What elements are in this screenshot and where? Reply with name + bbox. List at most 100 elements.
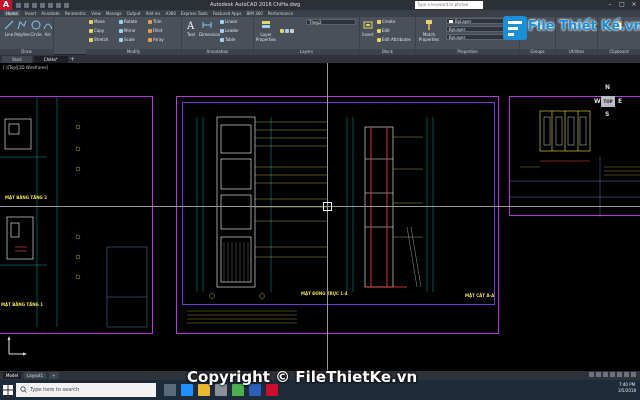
viewport-controls[interactable]: [-][Top][2D Wireframe] bbox=[3, 65, 48, 70]
redo-icon[interactable] bbox=[64, 2, 69, 8]
open-file-icon[interactable] bbox=[24, 2, 29, 8]
task-view-icon[interactable] bbox=[164, 384, 176, 396]
file-tab-start[interactable]: Start bbox=[2, 56, 32, 63]
layer-properties-icon bbox=[262, 21, 270, 28]
system-clock[interactable]: 7:40 PM 3/5/2018 bbox=[618, 382, 636, 394]
insert-block-tool[interactable]: Insert bbox=[360, 19, 376, 37]
svg-text:A: A bbox=[186, 21, 195, 31]
layout-tab-model[interactable]: Model bbox=[3, 372, 22, 379]
tab-parametric[interactable]: Parametric bbox=[65, 11, 87, 16]
tab-home[interactable]: Home bbox=[4, 11, 20, 16]
text-tool[interactable]: A Text bbox=[183, 19, 199, 37]
match-properties-tool[interactable]: Match Properties bbox=[417, 19, 441, 42]
title-section: MẶT CẮT A-A bbox=[465, 293, 495, 298]
table-icon bbox=[220, 37, 224, 42]
save-icon[interactable] bbox=[32, 2, 37, 8]
text-label: Text bbox=[186, 32, 196, 37]
color-value: ByLayer bbox=[455, 19, 472, 24]
save-as-icon[interactable] bbox=[40, 2, 45, 8]
match-properties-label: Match Properties bbox=[418, 32, 440, 42]
viewcube[interactable]: N W E S TOP bbox=[594, 78, 624, 126]
compass-north[interactable]: N bbox=[605, 84, 610, 91]
stretch-label: Stretch bbox=[94, 37, 109, 42]
sheet-elevation-section: MẶT ĐỨNG TRỤC 1-4 MẶT CẮT A-A bbox=[176, 96, 499, 334]
mirror-tool[interactable]: Mirror bbox=[119, 28, 136, 33]
title-front-elevation: MẶT ĐỨNG TRỤC 1-4 bbox=[301, 291, 348, 296]
linear-dimension-tool[interactable]: Linear bbox=[220, 19, 237, 24]
new-tab-plus-icon[interactable]: + bbox=[70, 56, 75, 63]
compass-south[interactable]: S bbox=[605, 111, 609, 118]
tab-annotate[interactable]: Annotate bbox=[41, 11, 59, 16]
tab-bim-360[interactable]: BIM 360 bbox=[246, 11, 262, 16]
tab-insert[interactable]: Insert bbox=[25, 11, 36, 16]
move-tool[interactable]: Move bbox=[89, 19, 105, 24]
undo-icon[interactable] bbox=[56, 2, 61, 8]
rotate-tool[interactable]: Rotate bbox=[119, 19, 137, 24]
grid-icon[interactable] bbox=[596, 372, 601, 377]
leader-tool[interactable]: Leader bbox=[220, 28, 239, 33]
autocad-logo-icon[interactable]: A bbox=[0, 0, 12, 10]
tab-a360[interactable]: A360 bbox=[166, 11, 176, 16]
compass-west[interactable]: W bbox=[594, 98, 601, 105]
edit-label: Edit bbox=[382, 28, 390, 33]
windows-logo-icon bbox=[3, 385, 13, 395]
tab-output[interactable]: Output bbox=[127, 11, 141, 16]
ortho-icon[interactable] bbox=[603, 372, 608, 377]
customize-icon[interactable] bbox=[631, 372, 636, 377]
scale-tool[interactable]: Scale bbox=[119, 37, 135, 42]
maximize-icon[interactable]: □ bbox=[616, 0, 628, 10]
modify-panel: Move Rotate Trim Copy Mirror Fillet Stre… bbox=[86, 17, 182, 55]
create-block-tool[interactable]: Create bbox=[377, 19, 395, 24]
tab-featured-apps[interactable]: Featured Apps bbox=[213, 11, 242, 16]
taskbar-search-input[interactable]: Type here to search bbox=[16, 383, 156, 397]
fillet-tool[interactable]: Fillet bbox=[148, 28, 162, 33]
clock-date: 3/5/2018 bbox=[618, 388, 636, 393]
tab-performance[interactable]: Performance bbox=[268, 11, 293, 16]
tab-add-ins[interactable]: Add-ins bbox=[146, 11, 161, 16]
sun-icon[interactable] bbox=[285, 29, 289, 33]
title-floor-2: MẶT BẰNG TẦNG 2 bbox=[5, 195, 47, 200]
tab-manage[interactable]: Manage bbox=[106, 11, 122, 16]
trim-label: Trim bbox=[153, 19, 162, 24]
array-label: Array bbox=[153, 37, 164, 42]
move-icon bbox=[89, 19, 93, 24]
viewcube-top-face[interactable]: TOP bbox=[601, 96, 615, 107]
add-layout-plus-icon[interactable]: + bbox=[49, 372, 59, 379]
drawing-canvas[interactable]: [-][Top][2D Wireframe] MẶT BẰNG TẦNG 2 M… bbox=[0, 63, 640, 371]
edit-block-tool[interactable]: Edit bbox=[377, 28, 390, 33]
osnap-icon[interactable] bbox=[617, 372, 622, 377]
tab-express-tools[interactable]: Express Tools bbox=[181, 11, 208, 16]
close-icon[interactable]: × bbox=[628, 0, 640, 10]
trim-tool[interactable]: Trim bbox=[148, 19, 162, 24]
sheet-floor-plans: MẶT BẰNG TẦNG 2 MẶT BẰNG TẦNG 1 bbox=[0, 96, 153, 334]
arc-tool[interactable]: Arc bbox=[40, 19, 56, 37]
help-search-input[interactable]: Type a keyword or phrase bbox=[415, 1, 483, 9]
copy-tool[interactable]: Copy bbox=[89, 28, 104, 33]
compass-east[interactable]: E bbox=[618, 98, 622, 105]
move-label: Move bbox=[94, 19, 105, 24]
stretch-tool[interactable]: Stretch bbox=[89, 37, 108, 42]
edit-attributes-label: Edit Attributes bbox=[382, 37, 411, 42]
plot-icon[interactable] bbox=[48, 2, 53, 8]
layer-dropdown[interactable]: Thep2 bbox=[306, 19, 356, 25]
minimize-icon[interactable]: – bbox=[604, 0, 616, 10]
table-tool[interactable]: Table bbox=[220, 37, 235, 42]
windows-start-icon[interactable] bbox=[0, 380, 16, 400]
new-file-icon[interactable] bbox=[16, 2, 21, 8]
annotation-scale-icon[interactable] bbox=[624, 372, 629, 377]
scale-icon bbox=[119, 37, 123, 42]
lock-icon[interactable] bbox=[290, 29, 294, 33]
snap-icon[interactable] bbox=[589, 372, 594, 377]
dimension-tool[interactable]: Dimension bbox=[199, 19, 220, 37]
tab-view[interactable]: View bbox=[91, 11, 101, 16]
taskbar-search-placeholder: Type here to search bbox=[30, 387, 80, 393]
polar-icon[interactable] bbox=[610, 372, 615, 377]
lightbulb-icon[interactable] bbox=[280, 29, 284, 33]
layer-properties-tool[interactable]: Layer Properties bbox=[255, 19, 277, 42]
edit-attributes-tool[interactable]: Edit Attributes bbox=[377, 37, 411, 42]
insert-label: Insert bbox=[362, 32, 374, 37]
trim-icon bbox=[148, 19, 152, 24]
layout-tab-layout1[interactable]: Layout1 bbox=[24, 372, 47, 379]
file-tab-chiha[interactable]: ChiHa* bbox=[33, 56, 68, 63]
array-tool[interactable]: Array bbox=[148, 37, 164, 42]
